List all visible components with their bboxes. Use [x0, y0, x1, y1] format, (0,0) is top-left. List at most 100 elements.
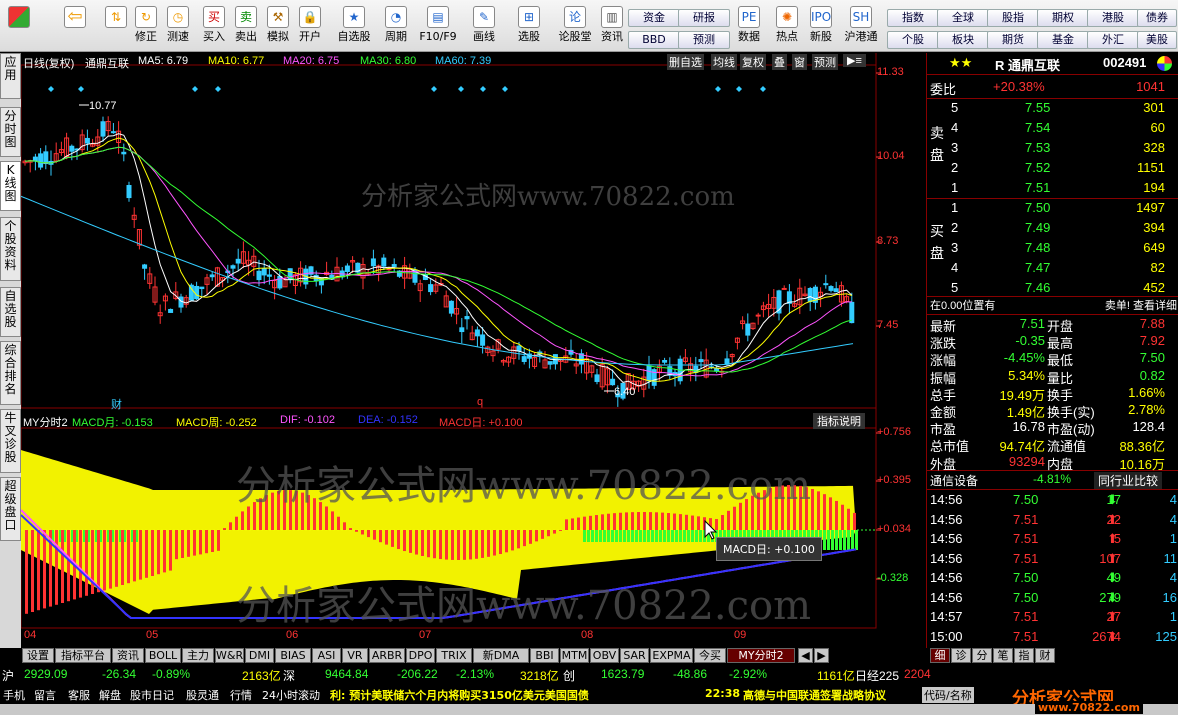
quote-tab[interactable]: 分 [972, 648, 992, 663]
sell-row[interactable]: 3 7.53 328 [927, 139, 1178, 158]
tab-prev-icon[interactable]: ◀ [798, 648, 813, 663]
vtab-ranking[interactable]: 综合排名 [0, 341, 21, 405]
indicator-tab[interactable]: OBV [590, 648, 619, 663]
news-button[interactable]: ▥ 资讯 [597, 4, 627, 50]
indicator-tab[interactable]: TRIX [436, 648, 472, 663]
stock-select-button[interactable]: ⊞ 选股 [514, 4, 544, 50]
buy-row[interactable]: 5 7.46 452 [927, 279, 1178, 298]
news-link[interactable]: 24小时滚动 [262, 687, 320, 703]
tab-next-icon[interactable]: ▶ [814, 648, 829, 663]
news-link[interactable]: 解盘 [99, 687, 121, 703]
industry-compare-button[interactable]: 同行业比较 [1094, 472, 1163, 489]
vtab-kline[interactable]: K线图 [0, 161, 21, 211]
vtab-level2[interactable]: 超级盘口 [0, 477, 21, 541]
pill-global[interactable]: 全球 [937, 9, 989, 27]
indicator-tab[interactable]: EXPMA [650, 648, 693, 663]
indicator-help-button[interactable]: 指标说明 [813, 413, 865, 429]
pill-hk[interactable]: 港股 [1087, 9, 1139, 27]
indicator-tab[interactable]: BBI [530, 648, 559, 663]
indicator-tab[interactable]: MY分时2 [727, 648, 795, 663]
pill-stock-index[interactable]: 股指 [987, 9, 1039, 27]
data-button[interactable]: PE 数据 [734, 4, 764, 50]
vtab-watchlist[interactable]: 自选股 [0, 287, 21, 337]
buy-row[interactable]: 2 7.49 394 [927, 219, 1178, 238]
pill-futures[interactable]: 期货 [987, 31, 1039, 49]
forecast-button[interactable]: 预测 [812, 54, 838, 70]
back-arrow-icon[interactable]: ⇦ [60, 4, 90, 50]
pill-bbd[interactable]: BBD [628, 31, 680, 49]
sell-row[interactable]: 5 7.55 301 [927, 99, 1178, 118]
indicator-tab[interactable]: DMI [245, 648, 274, 663]
open-account-button[interactable]: 🔒 开户 [295, 4, 325, 50]
indicator-tab[interactable]: MTM [560, 648, 589, 663]
news-link[interactable]: 股市日记 [130, 687, 174, 703]
ipo-button[interactable]: IPO 新股 [806, 4, 836, 50]
star-icon[interactable]: ★★ [949, 55, 972, 71]
indicator-tab[interactable]: 新DMA [473, 648, 529, 663]
adjust-button[interactable]: 复权 [740, 54, 766, 70]
pill-options[interactable]: 期权 [1037, 9, 1089, 27]
pill-forecast[interactable]: 预测 [678, 31, 730, 49]
buy-row[interactable]: 1 7.50 1497 [927, 199, 1178, 218]
indicator-tab[interactable]: ASI [312, 648, 341, 663]
speedtest-button[interactable]: ◷ 测速 [163, 4, 193, 50]
indicator-tab[interactable]: 资讯 [112, 648, 144, 663]
indicator-tab[interactable]: 今买 [694, 648, 726, 663]
financial-marker[interactable]: 财 [111, 396, 122, 412]
code-search-input[interactable]: 代码/名称 [922, 687, 974, 703]
nav-updown-icon[interactable]: ⇅ [101, 4, 131, 50]
hk-connect-button[interactable]: SH 沪港通 [843, 4, 879, 50]
indicator-tab[interactable]: ARBR [369, 648, 405, 663]
quote-tab[interactable]: 指 [1014, 648, 1034, 663]
overlay-button[interactable]: 叠 [772, 54, 787, 70]
sell-row[interactable]: 4 7.54 60 [927, 119, 1178, 138]
pie-icon[interactable] [1157, 56, 1172, 71]
news-link[interactable]: 行情 [230, 687, 252, 703]
vtab-diagnosis[interactable]: 牛叉诊股 [0, 409, 21, 473]
pill-fund[interactable]: 基金 [1037, 31, 1089, 49]
hotspot-button[interactable]: ✺ 热点 [772, 4, 802, 50]
buy-row[interactable]: 4 7.47 82 [927, 259, 1178, 278]
indicator-tab[interactable]: BIAS [275, 648, 311, 663]
vtab-timeshare[interactable]: 分时图 [0, 107, 21, 157]
quote-tab[interactable]: 财 [1035, 648, 1055, 663]
f10-button[interactable]: ▤ F10/F9 [418, 4, 458, 50]
news-link[interactable]: 留言 [34, 687, 56, 703]
ma-button[interactable]: 均线 [711, 54, 737, 70]
news-link[interactable]: 客服 [68, 687, 90, 703]
indicator-tab[interactable]: W&R [215, 648, 244, 663]
indicator-tab[interactable]: DPO [406, 648, 435, 663]
chart-menu-icon[interactable]: ▶≡ [843, 54, 866, 67]
indicator-tab[interactable]: 设置 [22, 648, 54, 663]
news-link[interactable]: 股灵通 [186, 687, 219, 703]
indicator-tab[interactable]: SAR [620, 648, 649, 663]
kline-chart-panel[interactable]: 日线(复权) 通鼎互联 MA5: 6.79 MA10: 6.77 MA20: 6… [21, 53, 911, 641]
buy-button[interactable]: 买买入 [199, 4, 229, 50]
news-link[interactable]: 手机 [3, 687, 25, 703]
pill-stock[interactable]: 个股 [887, 31, 939, 49]
pill-funds[interactable]: 资金 [628, 9, 680, 27]
draw-line-button[interactable]: ✎ 画线 [469, 4, 499, 50]
order-detail-link[interactable]: 卖单! 查看详细 [1105, 297, 1177, 313]
remove-watchlist-button[interactable]: 删自选 [667, 54, 704, 70]
indicator-tab[interactable]: 指标平台 [55, 648, 111, 663]
indicator-tab[interactable]: 主力 [182, 648, 214, 663]
sector-label[interactable]: 通信设备 [930, 472, 978, 489]
news-headline-2[interactable]: 高德与中国联通签署战略协议 [743, 687, 886, 703]
watchlist-button[interactable]: ★ 自选股 [336, 4, 372, 50]
pill-sector[interactable]: 板块 [937, 31, 989, 49]
forum-button[interactable]: 论论股堂 [557, 4, 593, 50]
quote-tab[interactable]: 笔 [993, 648, 1013, 663]
period-button[interactable]: ◔ 周期 [381, 4, 411, 50]
vtab-apps[interactable]: 应用 [0, 53, 21, 99]
vtab-profile[interactable]: 个股资料 [0, 217, 21, 281]
app-logo-icon[interactable] [4, 4, 34, 50]
window-button[interactable]: 窗 [792, 54, 807, 70]
quote-tab[interactable]: 诊 [951, 648, 971, 663]
sell-button[interactable]: 卖卖出 [231, 4, 261, 50]
buy-row[interactable]: 3 7.48 649 [927, 239, 1178, 258]
pill-research[interactable]: 研报 [678, 9, 730, 27]
indicator-tab[interactable]: VR [342, 648, 368, 663]
quote-tab[interactable]: 细 [930, 648, 950, 663]
sell-row[interactable]: 1 7.51 194 [927, 179, 1178, 198]
